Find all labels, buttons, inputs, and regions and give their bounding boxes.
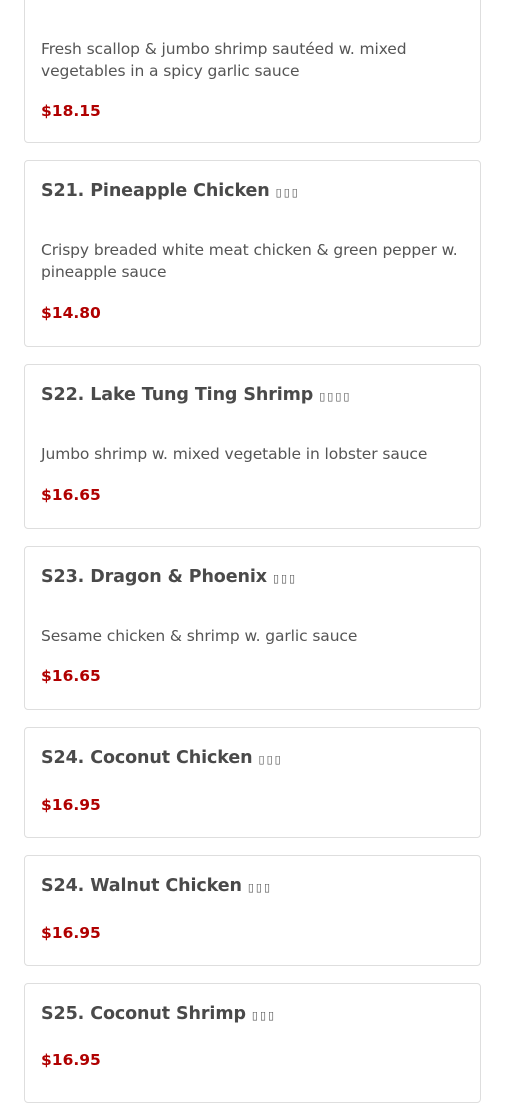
item-chinese-name: ▯▯▯ xyxy=(275,186,300,199)
item-description: Crispy breaded white meat chicken & gree… xyxy=(41,241,458,281)
item-price: $18.15 xyxy=(41,102,101,120)
item-chinese-name: ▯▯▯ xyxy=(258,753,283,766)
item-title: S23. Dragon & Phoenix ▯▯▯ xyxy=(41,567,297,587)
menu-item-card[interactable]: Fresh scallop & jumbo shrimp sautéed w. … xyxy=(24,0,481,143)
menu-item-card[interactable]: S21. Pineapple Chicken ▯▯▯ Crispy breade… xyxy=(24,160,481,347)
item-chinese-name: ▯▯▯ xyxy=(272,572,298,585)
item-chinese-name: ▯▯▯▯ xyxy=(319,390,352,403)
item-description: Jumbo shrimp w. mixed vegetable in lobst… xyxy=(41,445,428,463)
item-price: $16.65 xyxy=(41,486,101,504)
menu-item-card[interactable]: S22. Lake Tung Ting Shrimp ▯▯▯▯ Jumbo sh… xyxy=(24,364,481,529)
item-name: S23. Dragon & Phoenix xyxy=(41,567,267,587)
item-price: $16.95 xyxy=(41,1051,101,1069)
item-name: S24. Walnut Chicken xyxy=(41,876,242,896)
item-title: S25. Coconut Shrimp ▯▯▯ xyxy=(41,1004,276,1024)
menu-item-list: Fresh scallop & jumbo shrimp sautéed w. … xyxy=(24,0,481,1120)
item-title: S22. Lake Tung Ting Shrimp ▯▯▯▯ xyxy=(41,385,351,405)
item-name: S22. Lake Tung Ting Shrimp xyxy=(41,385,314,405)
item-chinese-name: ▯▯▯ xyxy=(247,881,273,894)
item-description: Fresh scallop & jumbo shrimp sautéed w. … xyxy=(41,40,407,80)
item-name: S24. Coconut Chicken xyxy=(41,748,253,768)
menu-item-card[interactable]: S25. Coconut Shrimp ▯▯▯ $16.95 xyxy=(24,983,481,1103)
item-name: S25. Coconut Shrimp xyxy=(41,1004,246,1024)
item-price: $16.65 xyxy=(41,667,101,685)
item-description: Sesame chicken & shrimp w. garlic sauce xyxy=(41,627,358,645)
item-title: S24. Coconut Chicken ▯▯▯ xyxy=(41,748,283,768)
item-chinese-name: ▯▯▯ xyxy=(251,1009,277,1022)
item-price: $14.80 xyxy=(41,304,101,322)
menu-item-card[interactable]: S23. Dragon & Phoenix ▯▯▯ Sesame chicken… xyxy=(24,546,481,710)
item-name: S21. Pineapple Chicken xyxy=(41,181,270,201)
menu-item-card[interactable]: S24. Coconut Chicken ▯▯▯ $16.95 xyxy=(24,727,481,838)
item-price: $16.95 xyxy=(41,796,101,814)
menu-item-card[interactable]: S24. Walnut Chicken ▯▯▯ $16.95 xyxy=(24,855,481,966)
item-title: S21. Pineapple Chicken ▯▯▯ xyxy=(41,181,300,201)
item-title: S24. Walnut Chicken ▯▯▯ xyxy=(41,876,272,896)
item-price: $16.95 xyxy=(41,924,101,942)
